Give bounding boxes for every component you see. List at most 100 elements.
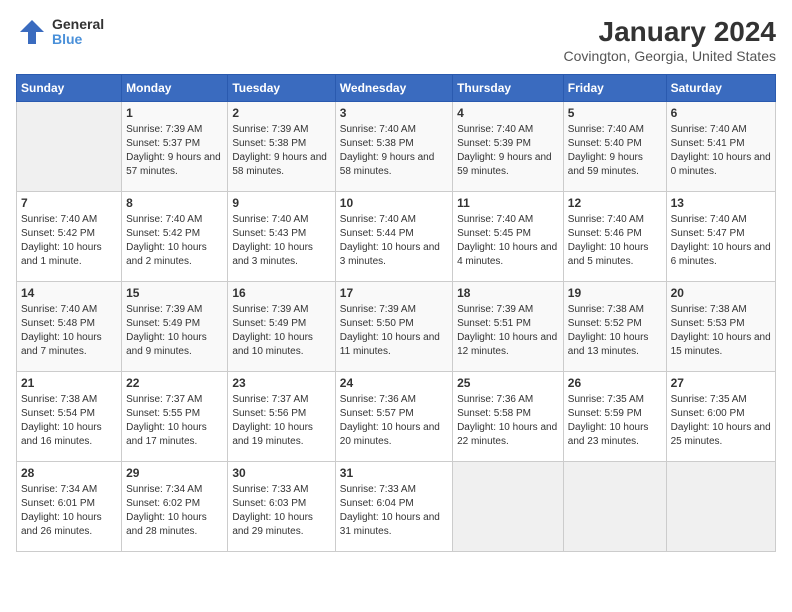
calendar-subtitle: Covington, Georgia, United States — [564, 48, 776, 64]
day-number: 28 — [21, 466, 117, 480]
day-number: 15 — [126, 286, 223, 300]
day-number: 25 — [457, 376, 559, 390]
page-header: General Blue January 2024 Covington, Geo… — [16, 16, 776, 64]
day-number: 31 — [340, 466, 448, 480]
calendar-cell: 15 Sunrise: 7:39 AMSunset: 5:49 PMDayligh… — [122, 282, 228, 372]
calendar-cell: 6Sunrise: 7:40 AMSunset: 5:41 PMDaylight… — [666, 102, 775, 192]
day-number: 5 — [568, 106, 662, 120]
calendar-cell — [17, 102, 122, 192]
day-number: 24 — [340, 376, 448, 390]
calendar-week-row: 7 Sunrise: 7:40 AMSunset: 5:42 PMDaylight… — [17, 192, 776, 282]
calendar-cell: 8 Sunrise: 7:40 AMSunset: 5:42 PMDaylight… — [122, 192, 228, 282]
weekday-header: Saturday — [666, 75, 775, 102]
calendar-cell: 25Sunrise: 7:36 AMSunset: 5:58 PMDayligh… — [453, 372, 564, 462]
day-number: 18 — [457, 286, 559, 300]
calendar-cell: 22 Sunrise: 7:37 AMSunset: 5:55 PMDayligh… — [122, 372, 228, 462]
calendar-cell: 12Sunrise: 7:40 AMSunset: 5:46 PMDayligh… — [563, 192, 666, 282]
calendar-cell — [453, 462, 564, 552]
calendar-cell: 16 Sunrise: 7:39 AMSunset: 5:49 PMDayligh… — [228, 282, 335, 372]
title-block: January 2024 Covington, Georgia, United … — [564, 16, 776, 64]
calendar-week-row: 28Sunrise: 7:34 AMSunset: 6:01 PMDayligh… — [17, 462, 776, 552]
calendar-cell: 29Sunrise: 7:34 AMSunset: 6:02 PMDayligh… — [122, 462, 228, 552]
calendar-cell: 24 Sunrise: 7:36 AMSunset: 5:57 PMDayligh… — [335, 372, 452, 462]
calendar-cell: 23 Sunrise: 7:37 AMSunset: 5:56 PMDayligh… — [228, 372, 335, 462]
day-number: 1 — [126, 106, 223, 120]
calendar-cell: 26 Sunrise: 7:35 AMSunset: 5:59 PMDayligh… — [563, 372, 666, 462]
day-info: Sunrise: 7:39 AMSunset: 5:50 PMDaylight:… — [340, 303, 448, 359]
day-info: Sunrise: 7:40 AMSunset: 5:41 PMDaylight:… — [671, 123, 771, 179]
calendar-cell: 1Sunrise: 7:39 AMSunset: 5:37 PMDaylight… — [122, 102, 228, 192]
day-info: Sunrise: 7:40 AMSunset: 5:46 PMDaylight:… — [568, 213, 662, 269]
day-info: Sunrise: 7:39 AMSunset: 5:49 PMDaylight:… — [232, 303, 330, 359]
calendar-cell: 27 Sunrise: 7:35 AMSunset: 6:00 PMDayligh… — [666, 372, 775, 462]
day-info: Sunrise: 7:40 AMSunset: 5:39 PMDaylight:… — [457, 123, 559, 179]
calendar-table: SundayMondayTuesdayWednesdayThursdayFrid… — [16, 74, 776, 552]
calendar-cell: 5 Sunrise: 7:40 AMSunset: 5:40 PMDaylight… — [563, 102, 666, 192]
day-info: Sunrise: 7:38 AMSunset: 5:54 PMDaylight:… — [21, 393, 117, 449]
weekday-header: Monday — [122, 75, 228, 102]
day-info: Sunrise: 7:40 AMSunset: 5:47 PMDaylight:… — [671, 213, 771, 269]
logo-icon — [16, 16, 48, 48]
day-number: 26 — [568, 376, 662, 390]
day-info: Sunrise: 7:40 AMSunset: 5:43 PMDaylight:… — [232, 213, 330, 269]
weekday-header: Sunday — [17, 75, 122, 102]
weekday-header-row: SundayMondayTuesdayWednesdayThursdayFrid… — [17, 75, 776, 102]
day-number: 9 — [232, 196, 330, 210]
day-info: Sunrise: 7:40 AMSunset: 5:44 PMDaylight:… — [340, 213, 448, 269]
day-number: 22 — [126, 376, 223, 390]
calendar-week-row: 21Sunrise: 7:38 AMSunset: 5:54 PMDayligh… — [17, 372, 776, 462]
day-info: Sunrise: 7:37 AMSunset: 5:55 PMDaylight:… — [126, 393, 223, 449]
day-number: 14 — [21, 286, 117, 300]
logo: General Blue — [16, 16, 104, 48]
calendar-cell: 19Sunrise: 7:38 AMSunset: 5:52 PMDayligh… — [563, 282, 666, 372]
day-info: Sunrise: 7:35 AMSunset: 6:00 PMDaylight:… — [671, 393, 771, 449]
weekday-header: Thursday — [453, 75, 564, 102]
day-number: 2 — [232, 106, 330, 120]
calendar-cell — [666, 462, 775, 552]
day-number: 13 — [671, 196, 771, 210]
day-info: Sunrise: 7:35 AMSunset: 5:59 PMDaylight:… — [568, 393, 662, 449]
calendar-cell: 18 Sunrise: 7:39 AMSunset: 5:51 PMDayligh… — [453, 282, 564, 372]
calendar-cell: 21Sunrise: 7:38 AMSunset: 5:54 PMDayligh… — [17, 372, 122, 462]
day-info: Sunrise: 7:40 AMSunset: 5:40 PMDaylight:… — [568, 123, 662, 179]
day-info: Sunrise: 7:38 AMSunset: 5:52 PMDaylight:… — [568, 303, 662, 359]
calendar-cell: 9 Sunrise: 7:40 AMSunset: 5:43 PMDaylight… — [228, 192, 335, 282]
day-info: Sunrise: 7:40 AMSunset: 5:45 PMDaylight:… — [457, 213, 559, 269]
day-number: 11 — [457, 196, 559, 210]
day-number: 23 — [232, 376, 330, 390]
day-number: 16 — [232, 286, 330, 300]
day-info: Sunrise: 7:40 AMSunset: 5:42 PMDaylight:… — [21, 213, 117, 269]
weekday-header: Friday — [563, 75, 666, 102]
day-info: Sunrise: 7:33 AMSunset: 6:04 PMDaylight:… — [340, 483, 448, 539]
day-number: 8 — [126, 196, 223, 210]
weekday-header: Wednesday — [335, 75, 452, 102]
day-info: Sunrise: 7:39 AMSunset: 5:51 PMDaylight:… — [457, 303, 559, 359]
day-info: Sunrise: 7:39 AMSunset: 5:49 PMDaylight:… — [126, 303, 223, 359]
calendar-week-row: 14 Sunrise: 7:40 AMSunset: 5:48 PMDayligh… — [17, 282, 776, 372]
day-info: Sunrise: 7:34 AMSunset: 6:02 PMDaylight:… — [126, 483, 223, 539]
day-info: Sunrise: 7:36 AMSunset: 5:57 PMDaylight:… — [340, 393, 448, 449]
calendar-cell: 31 Sunrise: 7:33 AMSunset: 6:04 PMDayligh… — [335, 462, 452, 552]
calendar-cell: 10 Sunrise: 7:40 AMSunset: 5:44 PMDayligh… — [335, 192, 452, 282]
day-info: Sunrise: 7:40 AMSunset: 5:48 PMDaylight:… — [21, 303, 117, 359]
day-number: 20 — [671, 286, 771, 300]
weekday-header: Tuesday — [228, 75, 335, 102]
calendar-cell: 11 Sunrise: 7:40 AMSunset: 5:45 PMDayligh… — [453, 192, 564, 282]
calendar-cell: 13 Sunrise: 7:40 AMSunset: 5:47 PMDayligh… — [666, 192, 775, 282]
day-info: Sunrise: 7:38 AMSunset: 5:53 PMDaylight:… — [671, 303, 771, 359]
day-number: 10 — [340, 196, 448, 210]
calendar-cell: 30Sunrise: 7:33 AMSunset: 6:03 PMDayligh… — [228, 462, 335, 552]
day-number: 27 — [671, 376, 771, 390]
day-info: Sunrise: 7:40 AMSunset: 5:42 PMDaylight:… — [126, 213, 223, 269]
day-info: Sunrise: 7:37 AMSunset: 5:56 PMDaylight:… — [232, 393, 330, 449]
calendar-week-row: 1Sunrise: 7:39 AMSunset: 5:37 PMDaylight… — [17, 102, 776, 192]
day-number: 7 — [21, 196, 117, 210]
day-info: Sunrise: 7:39 AMSunset: 5:38 PMDaylight:… — [232, 123, 330, 179]
calendar-title: January 2024 — [564, 16, 776, 48]
calendar-cell: 2 Sunrise: 7:39 AMSunset: 5:38 PMDaylight… — [228, 102, 335, 192]
calendar-cell: 17 Sunrise: 7:39 AMSunset: 5:50 PMDayligh… — [335, 282, 452, 372]
calendar-cell: 4Sunrise: 7:40 AMSunset: 5:39 PMDaylight… — [453, 102, 564, 192]
calendar-cell: 3Sunrise: 7:40 AMSunset: 5:38 PMDaylight… — [335, 102, 452, 192]
calendar-cell: 28Sunrise: 7:34 AMSunset: 6:01 PMDayligh… — [17, 462, 122, 552]
day-number: 17 — [340, 286, 448, 300]
